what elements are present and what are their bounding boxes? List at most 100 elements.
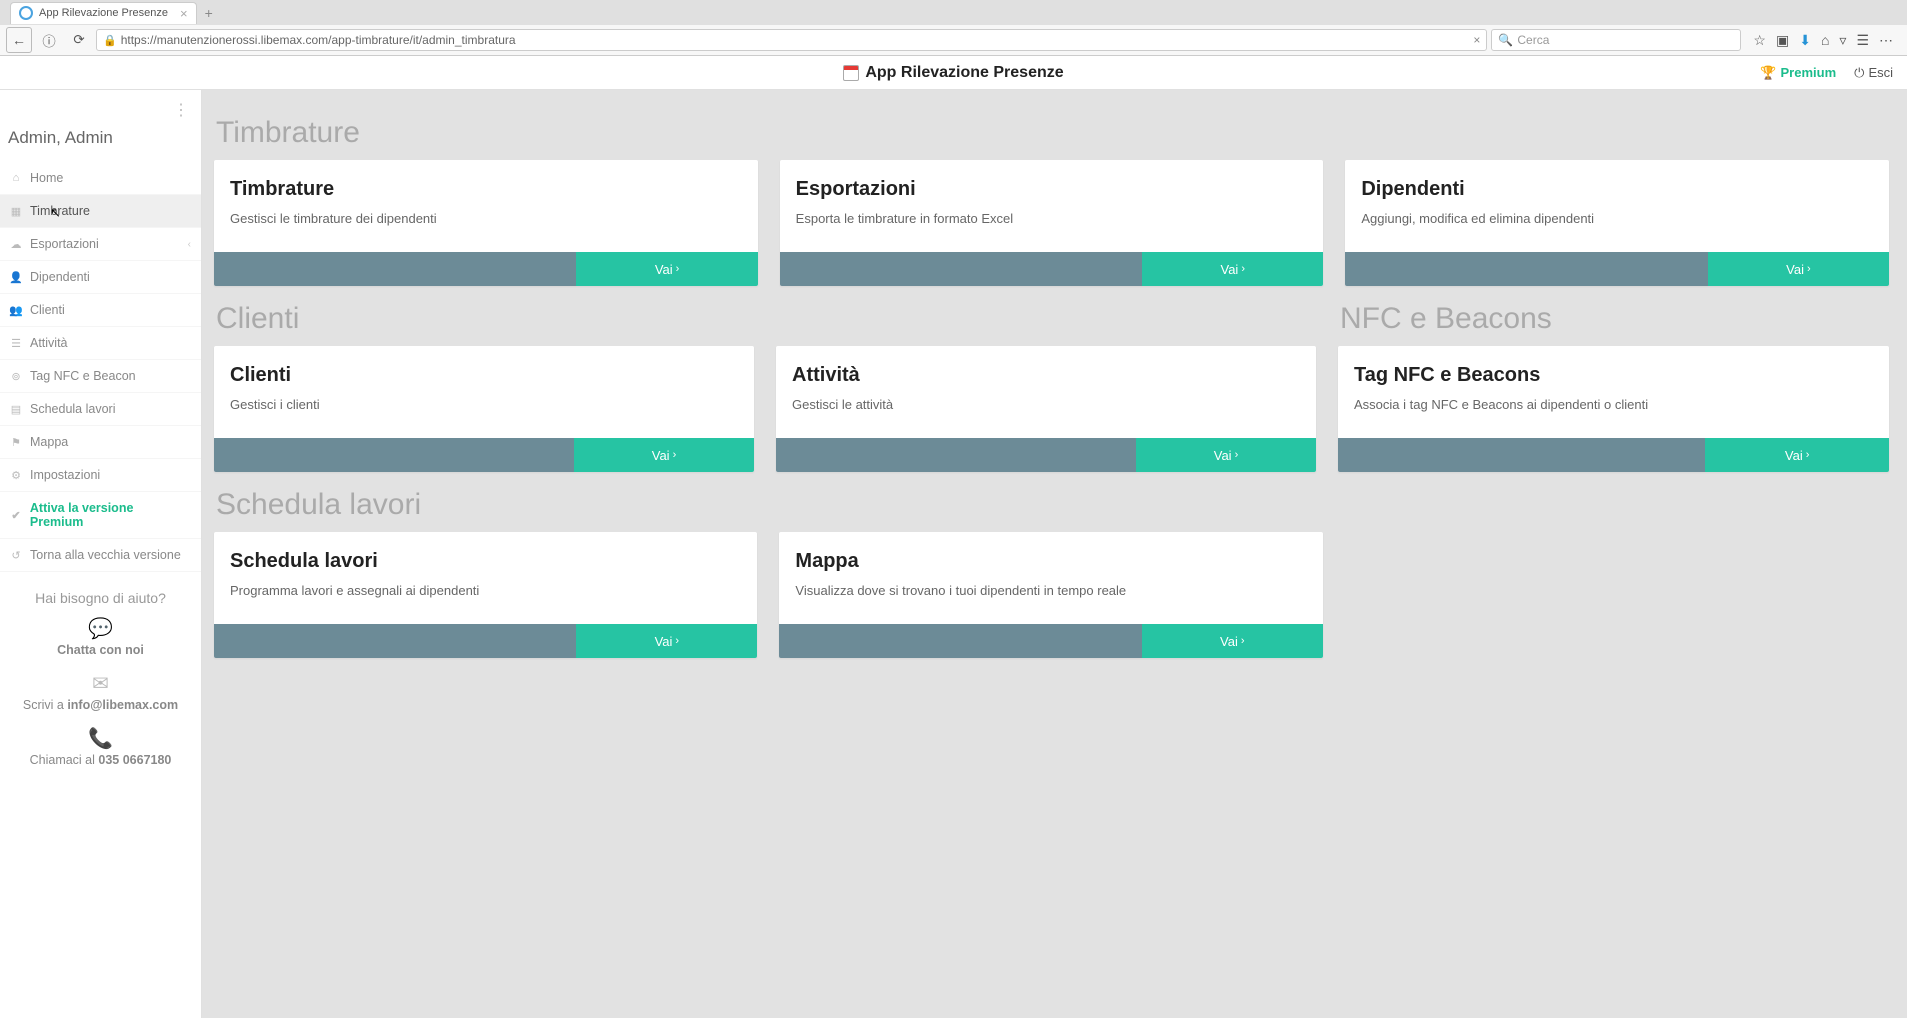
sidebar-item-home[interactable]: ⌂Home [0,162,201,195]
library-icon[interactable]: ▣ [1776,32,1789,49]
star-icon[interactable]: ☆ [1753,32,1766,49]
section-title-timbrature: Timbrature [216,116,1889,150]
map-icon: ⚑ [10,436,22,449]
vai-label: Vai [1220,262,1238,277]
card-title: Clienti [230,364,738,387]
cloud-icon: ☁ [10,238,22,251]
chevron-right-icon: › [676,263,680,275]
more-icon[interactable]: ⋯ [1879,32,1893,49]
vai-button[interactable]: Vai› [1708,252,1889,286]
exit-button[interactable]: ⏻ Esci [1854,65,1893,81]
card-desc: Gestisci i clienti [230,397,738,412]
vai-button[interactable]: Vai› [1142,624,1323,658]
card-footer-bar [1338,438,1705,472]
nav-reload-button[interactable]: ⟳ [66,27,92,53]
menu-icon[interactable]: ☰ [1856,32,1869,49]
app-title-text: App Rilevazione Presenze [865,64,1063,82]
vai-button[interactable]: Vai› [576,252,757,286]
sidebar-item-old-version[interactable]: ↺Torna alla vecchia versione [0,539,201,572]
sidebar-item-impostazioni[interactable]: ⚙Impostazioni [0,459,201,492]
home-icon[interactable]: ⌂ [1821,32,1829,49]
card-footer-bar [1345,252,1707,286]
search-placeholder: Cerca [1517,33,1549,47]
vai-button[interactable]: Vai› [574,438,754,472]
help-call: Chiamaci al 035 0667180 [10,753,191,767]
new-tab-button[interactable]: + [205,5,213,21]
sidebar-item-timbrature[interactable]: ▦Timbrature↖ [0,195,201,228]
home-icon: ⌂ [10,172,22,184]
chevron-left-icon: ‹ [188,239,191,250]
vai-label: Vai [1220,634,1238,649]
users-icon: 👥 [10,304,22,317]
calendar-icon [843,65,859,81]
card-desc: Gestisci le timbrature dei dipendenti [230,211,742,226]
phone-icon: 📞 [10,726,191,751]
sidebar-item-label: Clienti [30,303,65,317]
sidebar-item-label: Attività [30,336,68,350]
premium-label: Premium [1781,65,1837,80]
check-icon: ✔ [10,509,22,522]
premium-button[interactable]: 🏆 Premium [1760,65,1836,81]
tag-icon: ⊚ [10,370,22,383]
sidebar-item-nfc[interactable]: ⊚ Tag NFC e Beacon [0,360,201,393]
card-title: Mappa [795,550,1306,573]
vai-label: Vai [655,634,673,649]
card-nfc: Tag NFC e Beacons Associa i tag NFC e Be… [1338,346,1889,472]
pocket-icon[interactable]: ▿ [1839,32,1846,49]
tab-close-icon[interactable]: × [180,6,188,21]
help-email-link[interactable]: info@libemax.com [67,698,178,712]
vai-label: Vai [1786,262,1804,277]
help-write: Scrivi a info@libemax.com [10,698,191,712]
sidebar-item-schedula[interactable]: ▤Schedula lavori [0,393,201,426]
download-icon[interactable]: ⬇ [1799,32,1811,49]
vai-button[interactable]: Vai› [1142,252,1323,286]
sidebar-item-esportazioni[interactable]: ☁Esportazioni‹ [0,228,201,261]
lock-icon: 🔒 [103,34,117,47]
sidebar-more-icon[interactable]: ⋮ [173,100,189,120]
app-header: App Rilevazione Presenze 🏆 Premium ⏻ Esc… [0,56,1907,90]
sidebar-user-name: Admin, Admin [0,98,201,162]
table-icon: ▦ [10,205,22,218]
browser-search-input[interactable]: 🔍 Cerca [1491,29,1741,51]
sidebar-item-premium[interactable]: ✔Attiva la versione Premium [0,492,201,539]
help-phone-link[interactable]: 035 0667180 [98,753,171,767]
card-title: Dipendenti [1361,178,1873,201]
vai-label: Vai [1214,448,1232,463]
trophy-icon: 🏆 [1760,65,1776,81]
nav-info-button[interactable]: ⓘ [36,27,62,53]
vai-button[interactable]: Vai› [1705,438,1889,472]
nav-back-button[interactable]: ← [6,27,32,53]
sidebar-item-attivita[interactable]: ☰Attività [0,327,201,360]
mail-icon: ✉ [10,671,191,696]
chevron-right-icon: › [1241,635,1245,647]
sidebar-item-label: Schedula lavori [30,402,115,416]
card-desc: Gestisci le attività [792,397,1300,412]
help-title: Hai bisogno di aiuto? [10,590,191,606]
user-icon: 👤 [10,271,22,284]
card-title: Schedula lavori [230,550,741,573]
help-write-prefix: Scrivi a [23,698,67,712]
section-title-nfc: NFC e Beacons [1340,302,1889,336]
card-timbrature: Timbrature Gestisci le timbrature dei di… [214,160,758,286]
sidebar-item-clienti[interactable]: 👥 Clienti [0,294,201,327]
card-footer-bar [214,438,574,472]
browser-tab[interactable]: App Rilevazione Presenze × [10,2,197,24]
vai-button[interactable]: Vai› [576,624,757,658]
url-input[interactable]: 🔒 https://manutenzionerossi.libemax.com/… [96,29,1487,51]
card-title: Esportazioni [796,178,1308,201]
chevron-right-icon: › [1806,449,1810,461]
sidebar-item-label: Tag NFC e Beacon [30,369,136,383]
sidebar-item-mappa[interactable]: ⚑ Mappa [0,426,201,459]
chat-link[interactable]: Chatta con noi [10,643,191,657]
url-clear-icon[interactable]: × [1473,33,1480,47]
app-title: App Rilevazione Presenze [843,64,1063,82]
search-icon: 🔍 [1498,33,1513,47]
card-dipendenti: Dipendenti Aggiungi, modifica ed elimina… [1345,160,1889,286]
sidebar-item-dipendenti[interactable]: 👤Dipendenti [0,261,201,294]
card-title: Attività [792,364,1300,387]
sidebar-item-label: Torna alla vecchia versione [30,548,181,562]
sidebar-item-label: Mappa [30,435,68,449]
vai-button[interactable]: Vai› [1136,438,1316,472]
chevron-right-icon: › [673,449,677,461]
card-schedula: Schedula lavori Programma lavori e asseg… [214,532,757,658]
